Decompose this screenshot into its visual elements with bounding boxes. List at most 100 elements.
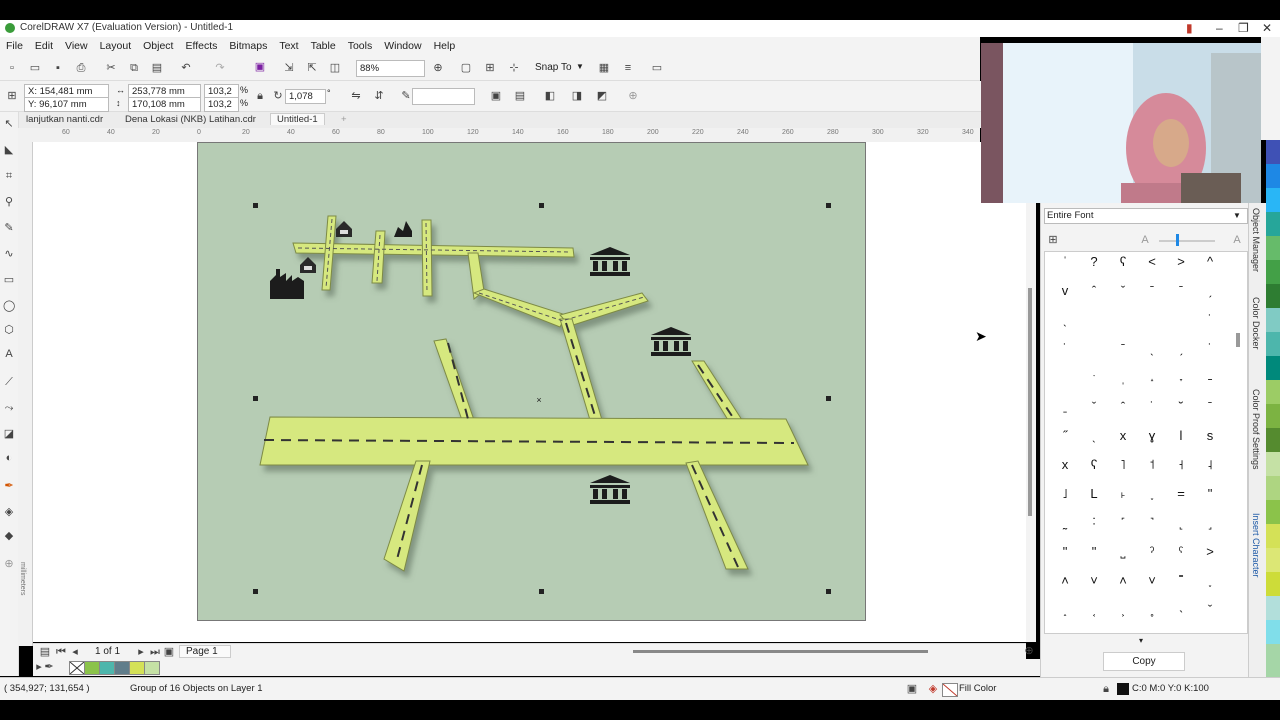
character-cell[interactable]: ^ <box>1196 254 1224 269</box>
character-cell[interactable]: ˫ <box>1109 486 1137 501</box>
full-screen-icon[interactable]: ▢ <box>460 62 472 74</box>
maximize-button[interactable]: ❐ <box>1238 21 1249 35</box>
shape-tool-icon[interactable]: ◣ <box>3 144 15 156</box>
no-fill-swatch[interactable] <box>942 683 958 697</box>
character-cell[interactable]: < <box>1138 254 1166 269</box>
road-lower-left[interactable] <box>383 460 431 572</box>
undo-icon[interactable]: ↶ <box>180 62 192 74</box>
character-cell[interactable]: " <box>1196 486 1224 501</box>
add-page-icon[interactable]: ▣ <box>163 646 175 658</box>
museum-icon[interactable] <box>651 327 691 356</box>
combine-icon[interactable]: ◧ <box>544 90 556 102</box>
show-rulers-icon[interactable]: ⊞ <box>484 62 496 74</box>
character-cell[interactable]: ˼ <box>1196 515 1224 530</box>
artistic-media-icon[interactable]: ∿ <box>3 248 15 260</box>
user-icon[interactable]: ▮ <box>1186 21 1193 35</box>
character-cell[interactable]: ˱ <box>1080 602 1108 617</box>
character-cell[interactable]: ˇ <box>1080 399 1108 414</box>
char-size-slider-thumb[interactable] <box>1176 234 1179 246</box>
character-cell[interactable]: ˇ <box>1109 283 1137 298</box>
character-cell[interactable]: ˃ <box>1196 544 1224 559</box>
vertical-scroll-thumb[interactable] <box>1028 288 1032 516</box>
minimize-button[interactable]: – <box>1216 21 1223 35</box>
character-cell[interactable]: ˽ <box>1109 544 1137 559</box>
zoom-select[interactable]: 88% <box>356 60 425 77</box>
drawing-page[interactable]: × <box>197 142 866 621</box>
character-cell[interactable]: ˰ <box>1051 602 1079 617</box>
font-filter-select[interactable]: Entire Font <box>1044 208 1248 224</box>
outline-width-select[interactable] <box>412 88 475 105</box>
object-origin-icon[interactable]: ⊞ <box>6 90 18 102</box>
grid-scroll-thumb[interactable] <box>1236 333 1240 347</box>
close-button[interactable]: ✕ <box>1262 21 1272 35</box>
height-field[interactable]: 170,108 mm <box>128 97 201 112</box>
drop-shadow-tool-icon[interactable]: ◪ <box>3 428 15 440</box>
character-cell[interactable]: ˈ <box>1051 254 1079 269</box>
character-cell[interactable]: ˴ <box>1167 602 1195 617</box>
cut-icon[interactable]: ✂ <box>105 62 117 74</box>
char-size-slider[interactable] <box>1159 240 1215 242</box>
eyedropper-tool-icon[interactable]: ✒ <box>3 480 15 492</box>
menu-item-table[interactable]: Table <box>311 40 336 52</box>
rotation-field[interactable]: 1,078 <box>285 89 326 104</box>
character-cell[interactable]: ˑ <box>1080 370 1108 385</box>
character-cell[interactable]: ˄ <box>1051 573 1079 588</box>
character-cell[interactable]: ˲ <box>1109 602 1137 617</box>
museum-icon[interactable] <box>590 247 630 276</box>
horizontal-scroll-thumb[interactable] <box>633 650 928 653</box>
character-cell[interactable]: ˎ <box>1138 341 1166 356</box>
grid-scroll-down-icon[interactable]: ▾ <box>1139 636 1143 645</box>
character-cell[interactable]: ˏ <box>1196 283 1224 298</box>
mirror-h-icon[interactable]: ⇋ <box>350 90 362 102</box>
redo-icon[interactable]: ↷ <box>214 62 226 74</box>
character-cell[interactable]: ˅ <box>1138 573 1166 588</box>
outline-pen-icon[interactable]: ✎ <box>400 90 412 102</box>
publish-pdf-icon[interactable]: ◫ <box>329 62 341 74</box>
character-cell[interactable]: ˏ <box>1167 341 1195 356</box>
add-tool-icon[interactable]: ⊕ <box>3 558 15 570</box>
zoom-navigator-icon[interactable]: ⊕ <box>1023 645 1035 657</box>
launch-icon[interactable]: ▭ <box>651 62 663 74</box>
last-page-icon[interactable]: ⏭ <box>149 646 161 658</box>
y-position-field[interactable]: Y: 96,107 mm <box>24 97 109 112</box>
show-grid-icon[interactable]: ⊹ <box>508 62 520 74</box>
character-cell[interactable]: x <box>1051 457 1079 472</box>
character-cell[interactable]: ˭ <box>1167 573 1195 588</box>
road-fork-down[interactable] <box>559 318 603 421</box>
new-doc-icon[interactable]: ▫ <box>6 62 18 74</box>
lock-ratio-icon[interactable]: 🔒︎ <box>254 90 266 102</box>
character-grid[interactable]: ˈ? ʕ < > ^ v ˆ ˇ ˉ ˉ ˏ ˎ ˙ ˙ ˉ ˎ ˏ ˙ ˑ ˌ ˔ ˕ ˗ ˍ ˇ ˆ ˙ ˘ ˉ ˝ ˎ x ɣ l s x ʕ ˥ ˦… <box>1044 251 1248 634</box>
outline-color-swatch[interactable] <box>1117 683 1129 695</box>
character-cell[interactable]: ˙ <box>1138 399 1166 414</box>
character-cell[interactable]: ˇ <box>1196 602 1224 617</box>
factory-icon[interactable] <box>270 269 304 299</box>
new-tab-icon[interactable]: + <box>341 114 347 125</box>
character-cell[interactable]: = <box>1167 486 1195 501</box>
ellipse-tool-icon[interactable]: ◯ <box>3 300 15 312</box>
parallel-dimension-icon[interactable]: ⟋ <box>3 376 15 388</box>
character-cell[interactable]: ʕ <box>1109 254 1137 269</box>
character-cell[interactable]: ˯ <box>1138 486 1166 501</box>
fill-color-icon[interactable]: ◈ <box>927 683 939 695</box>
first-page-icon[interactable]: ⏮ <box>55 646 67 658</box>
char-filter-icon[interactable]: ⊞ <box>1047 234 1059 246</box>
house-icon[interactable] <box>336 221 352 237</box>
menu-item-window[interactable]: Window <box>384 40 421 52</box>
character-cell[interactable]: ˷ <box>1051 515 1079 530</box>
character-cell[interactable]: ˌ <box>1109 370 1137 385</box>
outline-pen-icon[interactable]: 🔒︎ <box>1100 683 1112 695</box>
map-drawing[interactable]: × <box>198 143 865 620</box>
rotation-icon[interactable]: ↻ <box>272 90 284 102</box>
character-cell[interactable]: ˧ <box>1167 457 1195 472</box>
character-cell[interactable]: > <box>1167 254 1195 269</box>
character-cell[interactable]: ˯ <box>1196 573 1224 588</box>
character-cell[interactable]: ? <box>1080 254 1108 269</box>
character-cell[interactable]: ˥ <box>1109 457 1137 472</box>
copy-button[interactable]: Copy <box>1103 652 1185 671</box>
character-cell[interactable]: ˕ <box>1167 370 1195 385</box>
menu-item-help[interactable]: Help <box>434 40 456 52</box>
menu-item-effects[interactable]: Effects <box>185 40 217 52</box>
color-swatch[interactable] <box>99 661 115 675</box>
character-cell[interactable]: ˗ <box>1196 370 1224 385</box>
character-cell[interactable]: ˄ <box>1109 573 1137 588</box>
